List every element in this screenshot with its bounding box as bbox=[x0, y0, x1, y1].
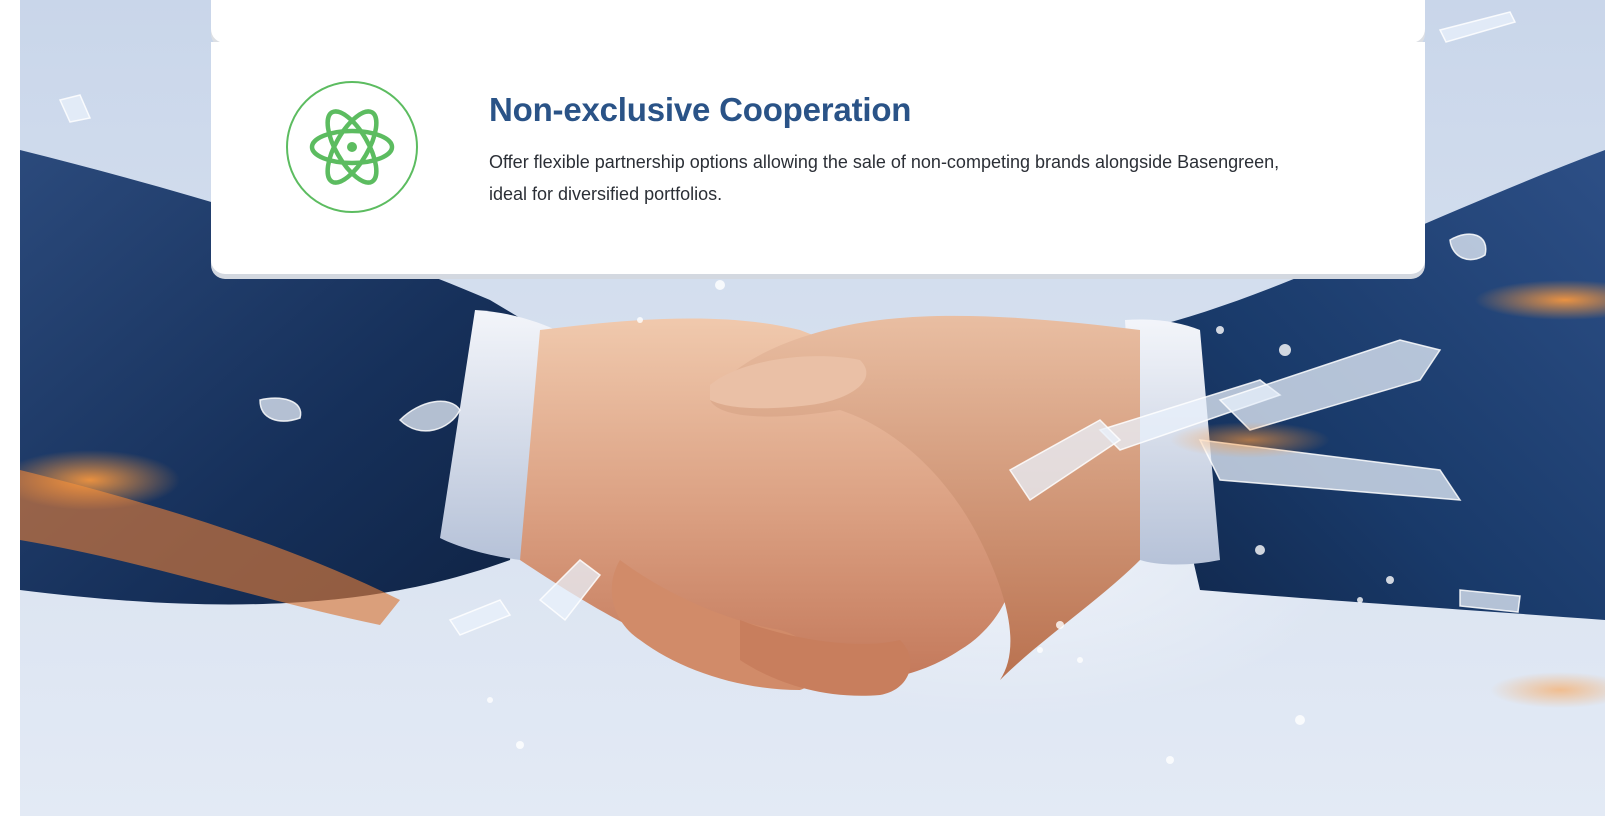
atom-icon-graphic bbox=[309, 109, 395, 185]
feature-card: Non-exclusive Cooperation Offer flexible… bbox=[211, 42, 1425, 274]
feature-description: Offer flexible partnership options allow… bbox=[489, 152, 1280, 204]
feature-title: Non-exclusive Cooperation bbox=[489, 91, 912, 128]
page: Non-exclusive Cooperation Offer flexible… bbox=[0, 0, 1605, 816]
atom-icon bbox=[286, 81, 418, 213]
previous-feature-card bbox=[211, 0, 1425, 43]
